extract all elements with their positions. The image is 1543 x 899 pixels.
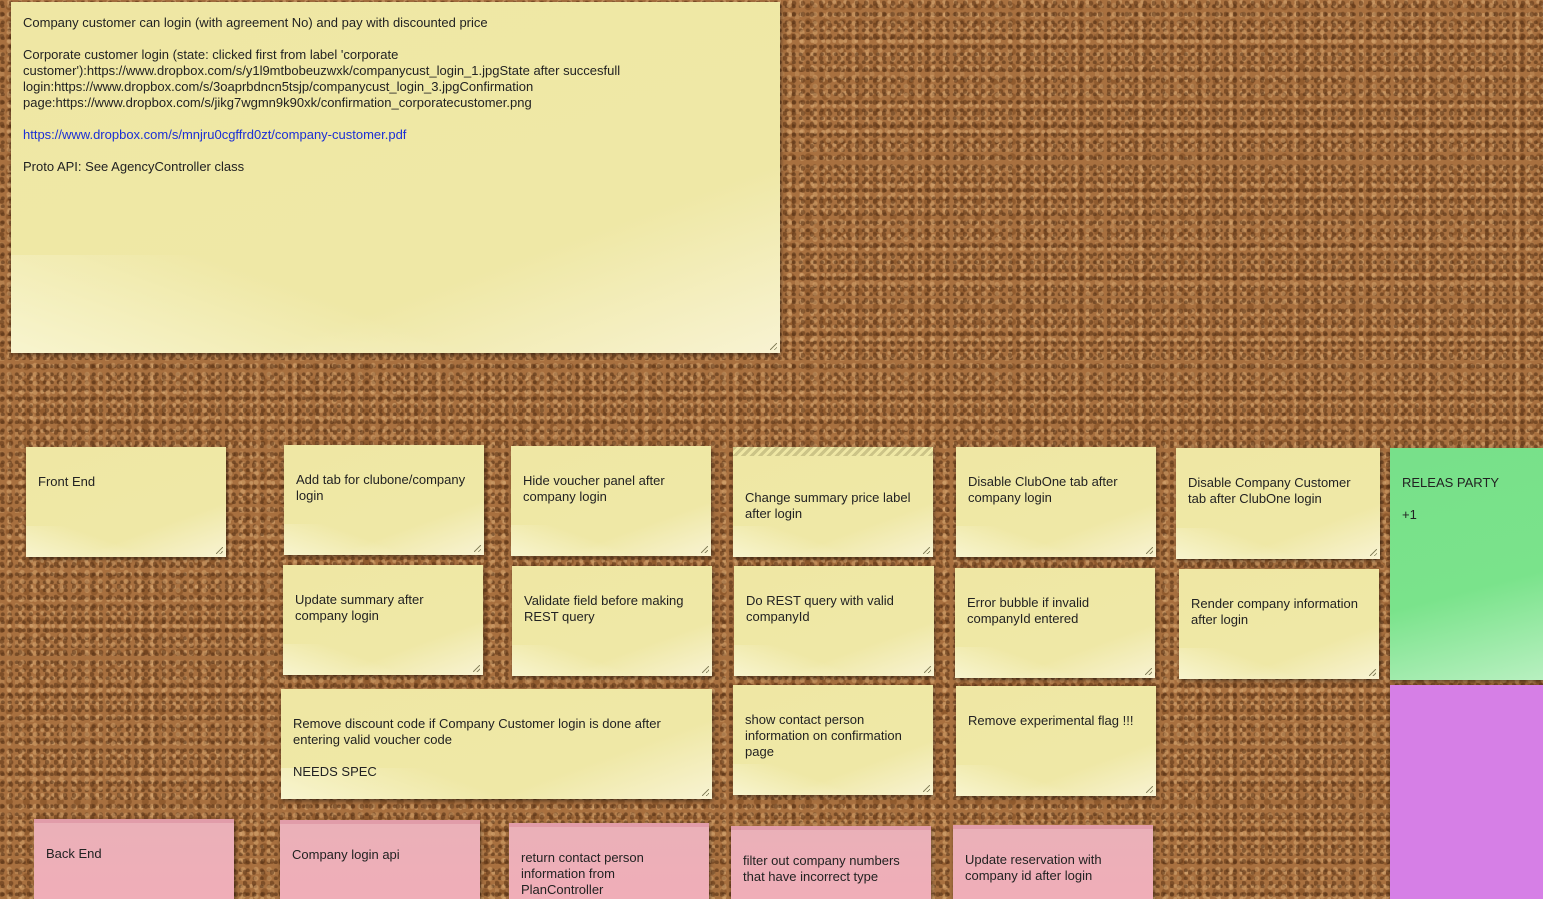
note-text: Render company information after login [1191, 596, 1358, 627]
note-hide-voucher[interactable]: Hide voucher panel after company login [511, 446, 711, 556]
note-text: Change summary price label after login [745, 490, 911, 521]
note-text: Add tab for clubone/company login [296, 472, 466, 503]
note-disable-clubone[interactable]: Disable ClubOne tab after company login [956, 447, 1156, 557]
note-releas-party[interactable]: RELEAS PARTY +1 [1390, 448, 1543, 680]
proto-api-text: Proto API: See AgencyController class [23, 159, 245, 174]
resize-handle-icon[interactable] [702, 666, 709, 673]
note-back-end[interactable]: Back End [34, 819, 234, 899]
note-text: return contact person information from P… [521, 850, 644, 897]
main-story-title: Company customer can login (with agreeme… [23, 15, 488, 30]
resize-handle-icon[interactable] [770, 343, 777, 350]
resize-handle-icon[interactable] [1146, 786, 1153, 793]
resize-handle-icon[interactable] [1145, 668, 1152, 675]
note-text: Update summary after company login [295, 592, 424, 623]
note-update-reservation[interactable]: Update reservation with company id after… [953, 825, 1153, 899]
note-do-rest[interactable]: Do REST query with valid companyId [734, 566, 934, 676]
note-change-summary[interactable]: Change summary price label after login [733, 447, 933, 557]
note-text: Company login api [292, 847, 400, 862]
resize-handle-icon[interactable] [702, 789, 709, 796]
note-company-login-api[interactable]: Company login api [280, 820, 480, 899]
note-update-summary[interactable]: Update summary after company login [283, 565, 483, 675]
note-text: Back End [46, 846, 102, 861]
note-error-bubble[interactable]: Error bubble if invalid companyId entere… [955, 568, 1155, 678]
note-text: RELEAS PARTY +1 [1402, 475, 1500, 522]
note-text: Disable Company Customer tab after ClubO… [1188, 475, 1351, 506]
resize-handle-icon[interactable] [473, 665, 480, 672]
note-text: Do REST query with valid companyId [746, 593, 894, 624]
resize-handle-icon[interactable] [923, 547, 930, 554]
note-purple[interactable] [1390, 685, 1543, 899]
main-story-note[interactable]: Company customer can login (with agreeme… [11, 2, 780, 353]
note-text: Remove discount code if Company Customer… [293, 716, 661, 779]
note-return-contact[interactable]: return contact person information from P… [509, 823, 709, 899]
note-filter-out[interactable]: filter out company numbers that have inc… [731, 826, 931, 899]
note-show-contact[interactable]: show contact person information on confi… [733, 685, 933, 795]
note-remove-flag[interactable]: Remove experimental flag !!! [956, 686, 1156, 796]
resize-handle-icon[interactable] [1370, 549, 1377, 556]
resize-handle-icon[interactable] [1146, 547, 1153, 554]
note-text: Disable ClubOne tab after company login [968, 474, 1118, 505]
note-text: Error bubble if invalid companyId entere… [967, 595, 1090, 626]
note-text: Validate field before making REST query [524, 593, 684, 624]
note-front-end[interactable]: Front End [26, 447, 226, 557]
resize-handle-icon[interactable] [474, 545, 481, 552]
resize-handle-icon[interactable] [1369, 669, 1376, 676]
note-validate-field[interactable]: Validate field before making REST query [512, 566, 712, 676]
note-add-tab[interactable]: Add tab for clubone/company login [284, 445, 484, 555]
note-text: show contact person information on confi… [745, 712, 902, 759]
note-text: filter out company numbers that have inc… [743, 853, 900, 884]
dropbox-pdf-link[interactable]: https://www.dropbox.com/s/mnjru0cgffrd0z… [23, 127, 406, 142]
resize-handle-icon[interactable] [924, 666, 931, 673]
main-story-body: Corporate customer login (state: clicked… [23, 47, 621, 110]
note-text: Front End [38, 474, 96, 489]
note-disable-company[interactable]: Disable Company Customer tab after ClubO… [1176, 448, 1380, 559]
note-remove-discount[interactable]: Remove discount code if Company Customer… [281, 689, 712, 799]
note-text: Hide voucher panel after company login [523, 473, 665, 504]
resize-handle-icon[interactable] [923, 785, 930, 792]
drag-strip[interactable] [733, 447, 933, 456]
note-render-company[interactable]: Render company information after login [1179, 569, 1379, 679]
note-text: Remove experimental flag !!! [968, 713, 1134, 728]
note-text: Update reservation with company id after… [965, 852, 1102, 883]
resize-handle-icon[interactable] [701, 546, 708, 553]
resize-handle-icon[interactable] [216, 547, 223, 554]
